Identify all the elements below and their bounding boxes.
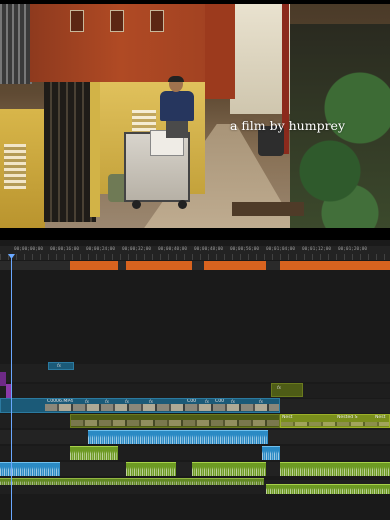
timecode: 00;00;32;00 [122, 247, 152, 252]
title-caption: a film by humprey [230, 118, 346, 133]
audio-clip[interactable] [88, 430, 268, 444]
audio-clip[interactable] [280, 462, 390, 476]
window [70, 10, 84, 32]
fx-badge: fx [259, 399, 263, 404]
clip-label: C0006.MP4 [47, 399, 74, 404]
program-monitor[interactable]: a film by humprey [0, 0, 390, 240]
audio-clip[interactable] [262, 446, 280, 460]
timecode: 00;00;00;00 [14, 247, 44, 252]
building-red-2 [205, 4, 235, 99]
timecode: 00;01;12;00 [302, 247, 332, 252]
video-clip[interactable] [70, 414, 280, 428]
wheel [132, 200, 141, 209]
waveform [280, 466, 390, 476]
ruler-ticks [0, 254, 390, 260]
clip-thumbnails [45, 404, 279, 411]
fx-badge: fx [231, 399, 235, 404]
timecode: 00;00;16;00 [50, 247, 80, 252]
window [150, 10, 164, 32]
render-segment [204, 261, 266, 270]
render-segment [126, 261, 192, 270]
editor-window: a film by humprey 00;00;00;00 00;00;16;0… [0, 0, 390, 520]
timecode: 00;01;04;00 [266, 247, 296, 252]
fx-badge: fx [149, 399, 153, 404]
track-bg [0, 446, 390, 460]
clip-thumbnails [281, 422, 389, 426]
timecode: 00;00;48;00 [194, 247, 224, 252]
timecode: 00;00;56;00 [230, 247, 260, 252]
cap [168, 76, 184, 82]
body [160, 91, 194, 121]
fx-badge: fx [205, 399, 209, 404]
clip-thumbnails [71, 420, 279, 426]
clip-label: C00 [187, 399, 197, 404]
render-segment [118, 261, 126, 270]
waveform [262, 450, 280, 460]
waveform [88, 434, 268, 444]
render-segment [266, 261, 280, 270]
nested-sequence-clip[interactable]: Nest Nested S Nest [280, 414, 390, 428]
wheel [178, 200, 187, 209]
fx-badge: fx [125, 399, 129, 404]
video-frame: a film by humprey [0, 4, 390, 228]
waveform [126, 466, 176, 476]
video-clip-c0006[interactable]: C0006.MP4 fx fx fx fx C00 fx C00 fx fx [0, 398, 280, 413]
building-grey [0, 4, 32, 84]
audio-clip[interactable] [192, 462, 266, 476]
audio-clip[interactable] [126, 462, 176, 476]
table [232, 202, 304, 216]
sky [230, 4, 290, 114]
video-clip[interactable]: fx [271, 383, 303, 397]
render-segment [192, 261, 204, 270]
render-bar [0, 261, 390, 270]
render-segment [280, 261, 390, 270]
waveform [0, 466, 60, 476]
timecode: 00;00;24;00 [86, 247, 116, 252]
vent [4, 144, 26, 189]
audio-clip[interactable] [0, 462, 60, 476]
pillar [90, 82, 100, 217]
render-segment [70, 261, 118, 270]
timecode: 00;01;20;00 [338, 247, 368, 252]
building-red [30, 4, 210, 82]
tracks-area[interactable]: fx fx C0006.MP4 fx fx fx fx C00 fx C00 f… [0, 272, 390, 520]
timeline-panel[interactable]: 00;00;00;00 00;00;16;00 00;00;24;00 00;0… [0, 240, 390, 520]
man-figure [160, 76, 194, 138]
video-clip[interactable]: fx [48, 362, 74, 370]
legs [166, 120, 188, 138]
clip-label: Nest [375, 415, 386, 420]
gate [44, 82, 96, 222]
fx-badge: fx [85, 399, 89, 404]
audio-clip[interactable] [70, 446, 118, 460]
audio-clip[interactable] [0, 478, 264, 485]
timecode: 00;00;40;00 [158, 247, 188, 252]
playhead[interactable] [11, 256, 12, 520]
window [110, 10, 124, 32]
clip-label: Nest [282, 415, 293, 420]
clip-label: C00 [215, 399, 225, 404]
audio-clip[interactable] [266, 484, 390, 494]
fx-badge: fx [105, 399, 109, 404]
clip-label: Nested S [337, 415, 358, 420]
waveform [266, 487, 390, 494]
waveform [70, 450, 118, 460]
track-bg [0, 384, 390, 398]
fx-badge: fx [277, 385, 281, 390]
time-ruler[interactable]: 00;00;00;00 00;00;16;00 00;00;24;00 00;0… [0, 246, 390, 260]
waveform [0, 480, 264, 485]
fx-badge: fx [57, 363, 61, 368]
waveform [192, 466, 266, 476]
